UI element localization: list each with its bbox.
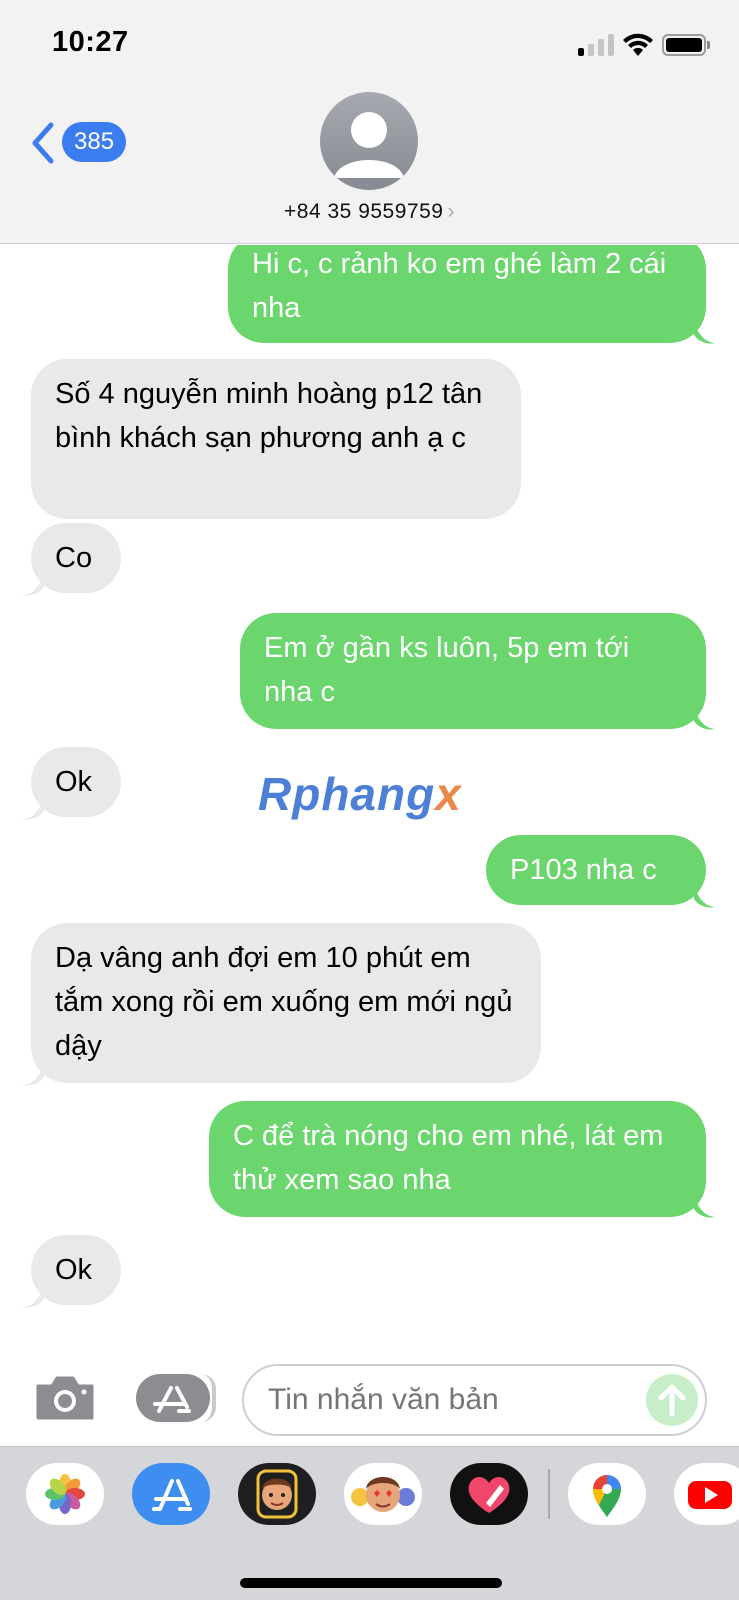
youtube-app-button[interactable] (674, 1463, 739, 1525)
contact-number[interactable]: +84 35 9559759 › (0, 200, 739, 224)
unread-count-badge: 385 (62, 122, 127, 162)
memoji-camera-app-button[interactable] (238, 1463, 316, 1525)
imessage-app-drawer (0, 1446, 739, 1600)
battery-icon (662, 34, 710, 56)
incoming-message[interactable]: Dạ vâng anh đợi em 10 phút em tắm xong r… (31, 923, 541, 1083)
outgoing-message[interactable]: Em ở gần ks luôn, 5p em tới nha c (240, 613, 706, 729)
watermark-logo: Rphangx (258, 768, 462, 820)
message-tail (22, 1063, 44, 1086)
camera-icon (36, 1376, 94, 1420)
photos-app-button[interactable] (26, 1463, 104, 1525)
conversation-header: 10:27 385 +84 35 9559759 › (0, 0, 739, 244)
message-text: C để trà nóng cho em nhé, lát em thử xem… (233, 1120, 664, 1196)
digital-touch-icon (468, 1477, 510, 1513)
send-button[interactable] (646, 1374, 698, 1426)
person-icon (334, 112, 404, 178)
cellular-signal-icon (578, 34, 614, 56)
incoming-message[interactable]: Số 4 nguyễn minh hoàng p12 tân bình khác… (31, 359, 521, 519)
incoming-message[interactable]: Ok (31, 747, 121, 817)
photos-icon (45, 1474, 85, 1514)
contact-avatar[interactable] (320, 92, 418, 190)
memoji-stickers-app-button[interactable] (344, 1463, 422, 1525)
message-text: Hi c, c rảnh ko em ghé làm 2 cái nha (252, 248, 667, 324)
wifi-icon (623, 33, 653, 56)
google-maps-icon (593, 1475, 621, 1517)
status-time: 10:27 (52, 26, 129, 58)
digital-touch-app-button[interactable] (450, 1463, 528, 1525)
message-text: Co (55, 542, 93, 574)
message-text: Số 4 nguyễn minh hoàng p12 tân bình khác… (55, 378, 483, 454)
google-maps-app-button[interactable] (568, 1463, 646, 1525)
incoming-message[interactable]: Co (31, 523, 121, 593)
outgoing-message[interactable]: P103 nha c (486, 835, 706, 905)
message-tail (694, 885, 716, 908)
compose-bar (0, 1336, 739, 1446)
drawer-divider (548, 1469, 550, 1519)
memoji-camera-icon (256, 1469, 298, 1519)
chevron-left-icon (32, 122, 54, 164)
message-tail (694, 1195, 716, 1218)
camera-button[interactable] (34, 1374, 96, 1422)
message-input[interactable] (242, 1364, 707, 1436)
message-text: Ok (55, 1254, 93, 1286)
message-text: P103 nha c (510, 854, 657, 886)
message-text: Em ở gần ks luôn, 5p em tới nha c (264, 632, 630, 708)
back-button[interactable]: 385 (30, 116, 130, 166)
chevron-right-icon: › (447, 200, 455, 223)
app-store-icon (152, 1479, 192, 1511)
app-store-app-button[interactable] (132, 1463, 210, 1525)
message-tail (22, 573, 44, 596)
memoji-stickers-icon (351, 1477, 415, 1512)
message-thread: Hi c, c rảnh ko em ghé làm 2 cái nha Số … (0, 245, 739, 1335)
arrow-up-icon (658, 1384, 686, 1417)
app-store-icon (153, 1386, 191, 1413)
outgoing-message[interactable]: C để trà nóng cho em nhé, lát em thử xem… (209, 1101, 706, 1217)
message-tail (694, 321, 716, 344)
message-tail (694, 707, 716, 730)
outgoing-message[interactable]: Hi c, c rảnh ko em ghé làm 2 cái nha (228, 245, 706, 343)
incoming-message[interactable]: Ok (31, 1235, 121, 1305)
contact-number-text: +84 35 9559759 (284, 200, 444, 223)
message-tail (22, 1285, 44, 1308)
message-text: Ok (55, 766, 93, 798)
message-tail (22, 797, 44, 820)
youtube-icon (688, 1481, 732, 1509)
message-text: Dạ vâng anh đợi em 10 phút em tắm xong r… (55, 942, 513, 1062)
app-store-button[interactable] (136, 1374, 216, 1422)
home-indicator[interactable] (240, 1578, 502, 1588)
